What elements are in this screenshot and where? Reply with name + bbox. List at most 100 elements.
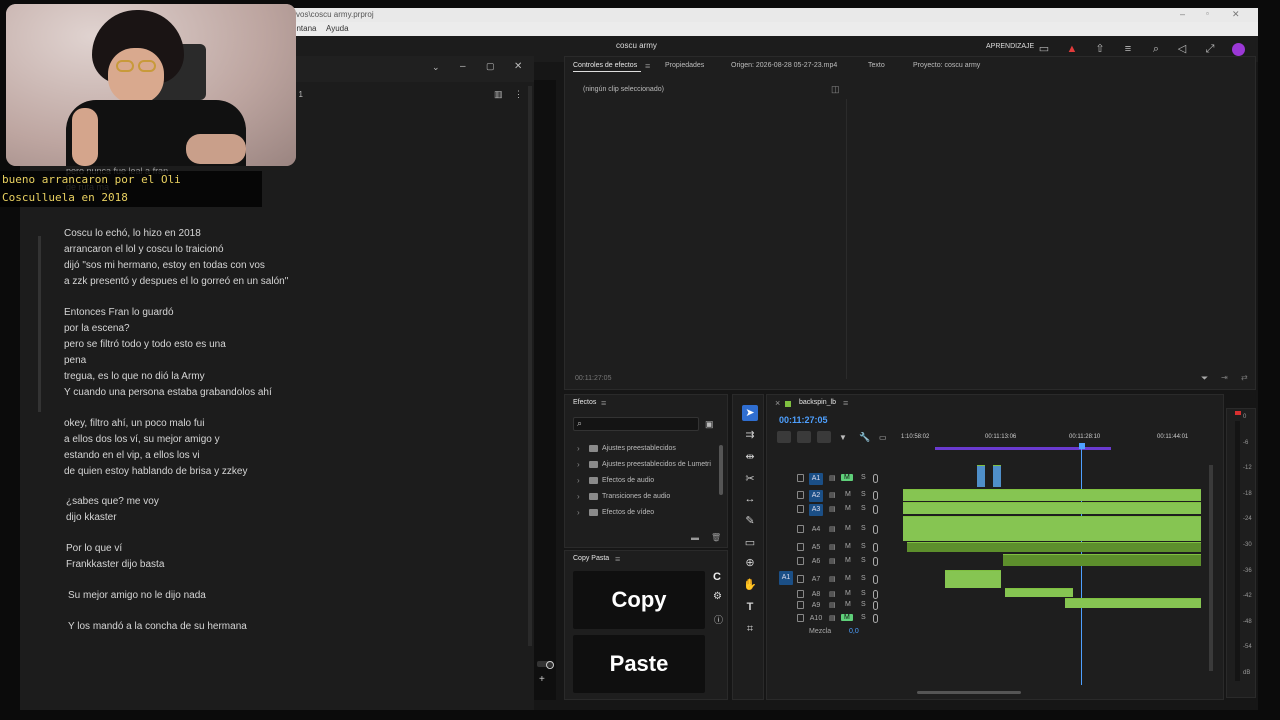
microphone-icon[interactable] [873,525,878,534]
mix-value[interactable]: 0,0 [849,628,859,635]
info-icon[interactable]: ⓘ [714,613,723,626]
effects-scrollbar[interactable] [719,445,723,495]
mute-button[interactable]: M [845,557,851,564]
chevron-down-icon[interactable]: ⌄ [432,62,440,73]
lock-icon[interactable] [797,575,804,583]
mute-button[interactable]: M [845,525,851,532]
search-icon[interactable]: ⌕ [1150,43,1162,55]
tab-texto[interactable]: Texto [868,62,885,69]
audio-clip[interactable] [903,502,1201,514]
track-header[interactable]: A6 ▤ M S [767,556,901,568]
track-header[interactable]: A9 ▤ M S [767,600,901,612]
track-header[interactable]: A5 ▤ M S [767,542,901,554]
effects-search-input[interactable]: ⌕ [573,417,699,431]
microphone-icon[interactable] [873,543,878,552]
sequence-name[interactable]: backspin_lb [799,399,836,406]
mute-button[interactable]: M [845,543,851,550]
menu-ayuda[interactable]: Ayuda [326,24,349,33]
mute-button[interactable]: M [845,601,851,608]
track-header[interactable]: A2 ▤ M S [767,490,901,502]
copy-pasta-menu-icon[interactable]: ≡ [615,554,620,564]
mute-button[interactable]: M [845,491,851,498]
solo-button[interactable]: S [861,543,866,550]
microphone-icon[interactable] [873,474,878,483]
audio-clip[interactable] [1005,588,1073,597]
solo-button[interactable]: S [861,575,866,582]
solo-button[interactable]: S [861,601,866,608]
sync-lock-icon[interactable]: ▤ [829,505,836,513]
add-icon[interactable]: + [539,674,545,685]
track-label[interactable]: A3 [809,504,823,516]
volume-icon[interactable]: ◁ [1176,43,1188,55]
track-select-icon[interactable]: ⇉ [742,427,758,443]
lock-icon[interactable] [797,557,804,565]
tab-propiedades[interactable]: Propiedades [665,62,704,69]
copy-button[interactable]: Copy [573,571,705,629]
solo-button[interactable]: S [861,474,866,481]
zoom-tool-icon[interactable]: ⊕ [742,555,758,571]
audio-clip[interactable] [903,489,1201,501]
snap-icon[interactable] [797,431,811,443]
audio-clip[interactable] [993,465,1001,487]
tab-origen[interactable]: Origen: 2026-08-28 05-27-23.mp4 [731,62,837,69]
microphone-icon[interactable] [873,601,878,610]
playhead-handle[interactable] [1079,443,1085,449]
audio-clip[interactable] [977,465,985,487]
razor-icon[interactable]: ✂ [742,471,758,487]
minimize-icon[interactable]: – [460,61,466,72]
folder-icon[interactable]: ▬ [691,533,699,542]
sync-lock-icon[interactable]: ▤ [829,601,836,609]
expand-icon[interactable]: ◫ [831,84,840,95]
maximize-icon[interactable]: ▢ [486,61,495,72]
slip-icon[interactable]: ↔ [742,491,758,507]
lock-icon[interactable] [797,491,804,499]
tab-proyecto[interactable]: Proyecto: coscu army [913,62,980,69]
warning-icon[interactable]: ▲ [1066,43,1078,55]
source-patch-a1[interactable]: A1 [779,571,793,585]
sync-lock-icon[interactable]: ▤ [829,557,836,565]
microphone-icon[interactable] [873,590,878,599]
selection-tool-icon[interactable]: ➤ [742,405,758,421]
user-avatar[interactable] [1232,43,1245,56]
mute-button[interactable]: M [841,474,853,481]
pen-icon[interactable]: ✎ [742,513,758,529]
filter-icon[interactable]: ⏷ [1201,373,1208,384]
captions-icon[interactable]: ▭ [879,433,887,442]
solo-button[interactable]: S [861,525,866,532]
track-label[interactable]: A10 [809,613,823,625]
timeline-horizontal-scrollbar[interactable] [917,691,1021,694]
rectangle-icon[interactable]: ▭ [742,535,758,551]
effects-menu-icon[interactable]: ≡ [601,398,606,408]
effects-item[interactable]: › Efectos de vídeo [577,505,654,519]
maximize-icon[interactable]: ▫ [1206,9,1209,18]
audio-clip[interactable] [1003,554,1201,566]
workspace-label[interactable]: APRENDIZAJE [986,43,1034,50]
trash-icon[interactable]: 🗑 [711,533,721,542]
track-label[interactable]: A2 [809,490,823,502]
audio-clip[interactable] [1065,598,1201,608]
tab-controles-de-efectos[interactable]: Controles de efectos [573,62,637,69]
audio-clip[interactable] [945,570,1001,588]
mute-button[interactable]: M [845,590,851,597]
solo-button[interactable]: S [861,614,866,621]
track-label[interactable]: A5 [809,542,823,554]
text-tool-icon[interactable]: T [742,599,758,615]
timeline-vertical-scrollbar[interactable] [1209,465,1213,671]
lock-icon[interactable] [797,601,804,609]
sync-lock-icon[interactable]: ▤ [829,474,836,482]
lock-icon[interactable] [797,505,804,513]
audio-clip[interactable] [903,516,1201,541]
microphone-icon[interactable] [873,557,878,566]
timeline-menu-icon[interactable]: ≡ [843,398,848,408]
sync-lock-icon[interactable]: ▤ [829,525,836,533]
wrench-icon[interactable]: 🔧 [859,432,870,443]
track-label[interactable]: A9 [809,600,823,612]
lock-icon[interactable] [797,590,804,598]
marker-icon[interactable]: ▼ [839,433,847,442]
track-header[interactable]: A3 ▤ M S [767,504,901,516]
more-icon[interactable]: ⋮ [514,89,523,100]
solo-button[interactable]: S [861,505,866,512]
close-sequence-icon[interactable]: × [775,398,780,408]
sync-lock-icon[interactable]: ▤ [829,543,836,551]
loop-icon[interactable]: ⇄ [1241,373,1248,382]
